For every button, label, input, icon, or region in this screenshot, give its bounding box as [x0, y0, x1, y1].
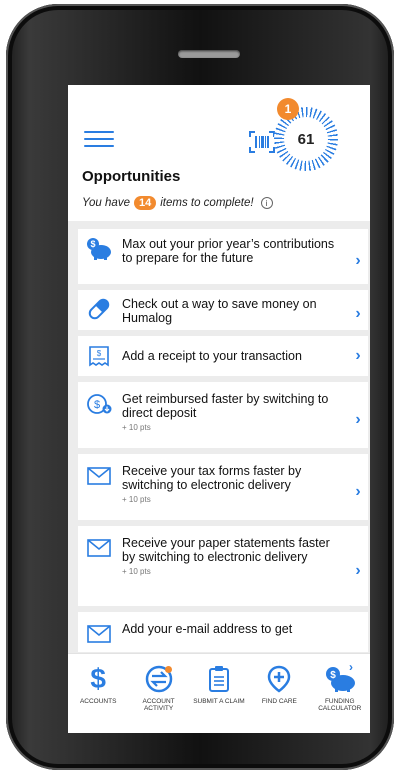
items-summary: You have 14 items to complete! i: [82, 196, 273, 210]
item-text: Receive your paper statements faster by …: [122, 536, 348, 577]
item-text: Max out your prior year’s contributions …: [122, 237, 348, 265]
activity-notification-dot: [164, 666, 172, 673]
envelope-icon: [86, 464, 112, 488]
svg-text:$: $: [97, 349, 102, 358]
chevron-right-icon[interactable]: ›: [348, 562, 368, 580]
item-label: Receive your tax forms faster by switchi…: [122, 464, 302, 492]
item-label: Max out your prior year’s contributions …: [122, 237, 335, 265]
item-text: Add a receipt to your transaction: [122, 349, 348, 363]
item-text: Get reimbursed faster by switching to di…: [122, 392, 348, 433]
notification-badge: 1: [277, 98, 299, 120]
hamburger-menu-icon[interactable]: [84, 131, 114, 149]
envelope-icon: [86, 536, 112, 560]
item-label: Check out a way to save money on Humalog: [122, 297, 317, 325]
tab-label: FIND CARE: [261, 698, 297, 705]
envelope-icon: [86, 622, 112, 646]
dollar-icon: $: [90, 663, 106, 694]
item-label: Receive your paper statements faster by …: [122, 536, 330, 564]
list-item[interactable]: Check out a way to save money on Humalog…: [78, 290, 368, 330]
item-text: Receive your tax forms faster by switchi…: [122, 464, 348, 505]
points-label: + 10 pts: [122, 423, 151, 432]
item-text: Add your e-mail address to get: [122, 622, 368, 636]
tab-find-care[interactable]: FIND CARE: [249, 664, 309, 733]
svg-text:$: $: [90, 239, 95, 249]
points-label: + 10 pts: [122, 567, 151, 576]
chevron-right-icon[interactable]: ›: [348, 347, 368, 365]
subtitle-prefix: You have: [82, 197, 130, 209]
clipboard-icon: [208, 664, 230, 694]
piggy-bank-icon: $: [86, 237, 112, 261]
info-icon[interactable]: i: [260, 197, 273, 209]
tab-label: SUBMIT A CLAIM: [193, 698, 245, 705]
list-item[interactable]: Receive your tax forms faster by switchi…: [78, 454, 368, 520]
points-label: + 10 pts: [122, 495, 151, 504]
pill-icon: [86, 297, 112, 321]
tab-label: ACCOUNT ACTIVITY: [142, 698, 175, 712]
chevron-right-icon[interactable]: ›: [348, 483, 368, 501]
item-label: Get reimbursed faster by switching to di…: [122, 392, 329, 420]
tab-accounts[interactable]: $ ACCOUNTS: [68, 664, 128, 733]
svg-text:$: $: [330, 670, 336, 681]
barcode-scan-icon[interactable]: [249, 131, 275, 153]
score-value: 61: [284, 117, 328, 161]
list-item[interactable]: Receive your paper statements faster by …: [78, 526, 368, 606]
tab-account-activity[interactable]: ACCOUNT ACTIVITY: [129, 664, 189, 733]
location-pin-icon: [267, 664, 291, 694]
subtitle-suffix: items to complete!: [160, 197, 254, 209]
chevron-right-icon[interactable]: ›: [348, 305, 368, 323]
items-count-badge: 14: [133, 196, 157, 210]
item-label: Add a receipt to your transaction: [122, 349, 302, 363]
app-screen: 61 1 Opportunities You have 14 items to …: [68, 85, 370, 733]
item-label: Add your e-mail address to get: [122, 622, 293, 636]
item-text: Check out a way to save money on Humalog: [122, 297, 348, 325]
tab-bar-chevron-icon[interactable]: ›: [349, 660, 353, 674]
svg-text:$: $: [94, 399, 100, 411]
receipt-icon: $: [86, 344, 112, 368]
chevron-right-icon[interactable]: ›: [348, 411, 368, 429]
list-item[interactable]: Add your e-mail address to get: [78, 612, 368, 652]
tab-label: ACCOUNTS: [79, 698, 117, 705]
chevron-right-icon[interactable]: ›: [348, 252, 368, 270]
tab-submit-claim[interactable]: SUBMIT A CLAIM: [189, 664, 249, 733]
tab-funding-calculator[interactable]: $ FUNDING CALCULATOR: [310, 664, 370, 733]
header: 61 1 Opportunities You have 14 items to …: [68, 85, 370, 221]
direct-deposit-icon: $: [86, 392, 112, 416]
page-title: Opportunities: [82, 168, 181, 185]
list-item[interactable]: $ Max out your prior year’s contribution…: [78, 229, 368, 284]
bottom-tab-bar: $ ACCOUNTS ACCOUNT ACTIVITY SUBMIT A CLA…: [68, 653, 370, 733]
list-item[interactable]: $ Get reimbursed faster by switching to …: [78, 382, 368, 448]
phone-speaker: [178, 50, 240, 58]
list-item[interactable]: $ Add a receipt to your transaction ›: [78, 336, 368, 376]
phone-frame: 61 1 Opportunities You have 14 items to …: [6, 4, 394, 770]
tab-label: FUNDING CALCULATOR: [318, 698, 362, 712]
